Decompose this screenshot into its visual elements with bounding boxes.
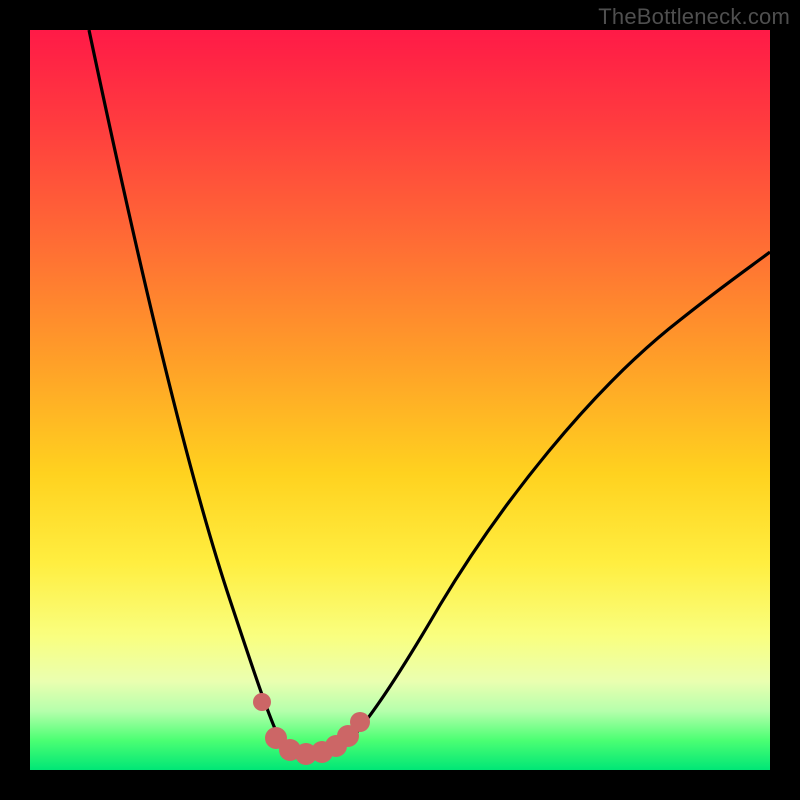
chart-frame: TheBottleneck.com [0,0,800,800]
valley-markers [253,693,370,765]
attribution-label: TheBottleneck.com [598,4,790,30]
plot-area [30,30,770,770]
marker-dot [350,712,370,732]
marker-dot [253,693,271,711]
bottleneck-curve [30,30,770,770]
curve-path [89,30,770,756]
